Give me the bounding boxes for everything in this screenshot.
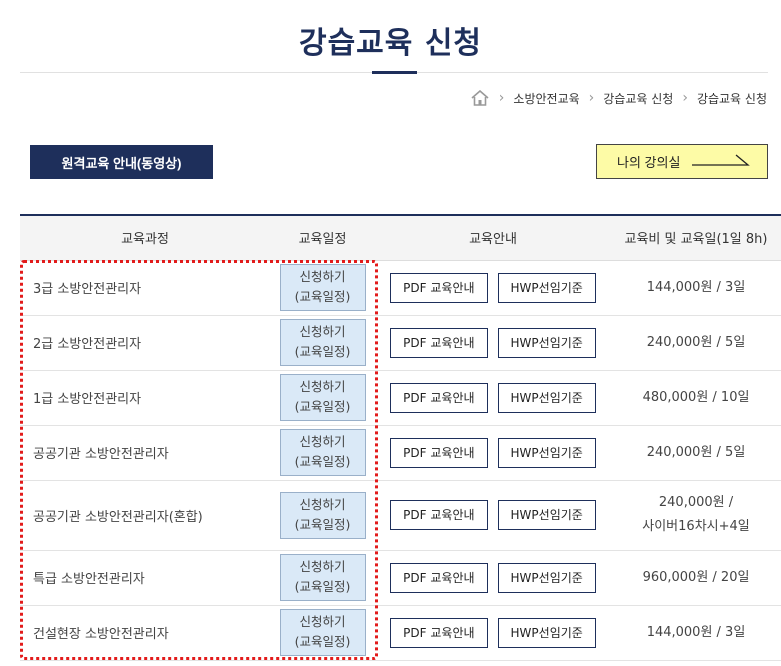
title-accent-bar <box>372 71 417 74</box>
pdf-guide-button[interactable]: PDF 교육안내 <box>390 562 488 593</box>
fee-line: 960,000원 / 20일 <box>642 569 750 585</box>
home-icon[interactable] <box>470 88 490 108</box>
schedule-label: (교육일정) <box>294 289 351 304</box>
apply-schedule-button[interactable]: 신청하기 (교육일정) <box>279 319 366 366</box>
schedule-label: (교육일정) <box>294 344 351 359</box>
schedule-label: (교육일정) <box>294 516 351 532</box>
pdf-guide-button[interactable]: PDF 교육안내 <box>390 437 488 468</box>
fee-line: 144,000원 / 3일 <box>646 279 746 295</box>
fee-line: 144,000원 / 3일 <box>646 624 746 640</box>
apply-label: 신청하기 <box>299 434 346 449</box>
apply-label: 신청하기 <box>299 559 346 574</box>
schedule-label: (교육일정) <box>294 634 351 649</box>
pdf-guide-button[interactable]: PDF 교육안내 <box>390 272 488 303</box>
table-header-row: 교육과정 교육일정 교육안내 교육비 및 교육일(1일 8h) <box>20 215 781 260</box>
fee-info: 144,000원 / 3일 <box>611 621 781 645</box>
course-name: 건설현장 소방안전관리자 <box>33 627 169 642</box>
course-name: 공공기관 소방안전관리자(혼합) <box>33 509 203 525</box>
breadcrumb-item[interactable]: 강습교육 신청 <box>603 90 673 107</box>
apply-label: 신청하기 <box>299 269 346 284</box>
hwp-criteria-button[interactable]: HWP선임기준 <box>497 562 596 593</box>
course-table: 교육과정 교육일정 교육안내 교육비 및 교육일(1일 8h) 3급 소방안전관… <box>20 214 781 661</box>
fee-info: 960,000원 / 20일 <box>611 566 781 590</box>
apply-label: 신청하기 <box>299 614 346 629</box>
schedule-label: (교육일정) <box>294 579 351 594</box>
apply-schedule-button[interactable]: 신청하기 (교육일정) <box>279 264 366 311</box>
my-classroom-label: 나의 강의실 <box>617 155 681 170</box>
schedule-label: (교육일정) <box>294 454 351 469</box>
header-course: 교육과정 <box>121 232 169 248</box>
hwp-criteria-button[interactable]: HWP선임기준 <box>497 272 596 303</box>
long-arrow-icon <box>692 154 751 169</box>
hwp-criteria-button[interactable]: HWP선임기준 <box>497 382 596 413</box>
pdf-guide-button[interactable]: PDF 교육안내 <box>390 617 488 648</box>
table-row: 1급 소방안전관리자 신청하기 (교육일정) PDF 교육안내 HWP선임기준 480,0… <box>20 370 781 425</box>
my-classroom-button[interactable]: 나의 강의실 <box>596 144 768 179</box>
course-name: 1급 소방안전관리자 <box>33 392 142 407</box>
remote-education-button[interactable]: 원격교육 안내(동영상) <box>30 145 213 179</box>
course-name: 공공기관 소방안전관리자 <box>33 447 169 462</box>
fee-line: 480,000원 / 10일 <box>642 389 750 405</box>
header-schedule: 교육일정 <box>298 232 347 248</box>
apply-label: 신청하기 <box>299 379 346 394</box>
table-row: 3급 소방안전관리자 신청하기 (교육일정) PDF 교육안내 HWP선임기준 144,0… <box>20 260 781 315</box>
breadcrumb-item[interactable]: 소방안전교육 <box>513 90 579 107</box>
hwp-criteria-button[interactable]: HWP선임기준 <box>497 617 596 648</box>
apply-schedule-button[interactable]: 신청하기 (교육일정) <box>279 491 366 539</box>
chevron-right-icon: › <box>588 90 595 106</box>
pdf-guide-button[interactable]: PDF 교육안내 <box>390 500 488 530</box>
breadcrumb: › 소방안전교육 › 강습교육 신청 › 강습교육 신청 <box>470 88 767 108</box>
hwp-criteria-button[interactable]: HWP선임기준 <box>497 437 596 468</box>
fee-line: 240,000원 / <box>658 495 734 510</box>
header-fee: 교육비 및 교육일(1일 8h) <box>624 232 768 248</box>
fee-line-extra: 사이버16차시+4일 <box>642 519 750 534</box>
apply-schedule-button[interactable]: 신청하기 (교육일정) <box>279 609 366 656</box>
pdf-guide-button[interactable]: PDF 교육안내 <box>390 382 488 413</box>
apply-schedule-button[interactable]: 신청하기 (교육일정) <box>279 554 366 601</box>
hwp-criteria-button[interactable]: HWP선임기준 <box>497 327 596 358</box>
course-name: 3급 소방안전관리자 <box>33 282 142 297</box>
page-title: 강습교육 신청 <box>298 26 483 61</box>
schedule-label: (교육일정) <box>294 399 351 414</box>
fee-info: 240,000원 / 5일 <box>611 331 781 355</box>
fee-info: 480,000원 / 10일 <box>611 386 781 410</box>
apply-schedule-button[interactable]: 신청하기 (교육일정) <box>279 429 366 476</box>
chevron-right-icon: › <box>498 90 505 106</box>
breadcrumb-item[interactable]: 강습교육 신청 <box>697 90 767 107</box>
fee-info: 144,000원 / 3일 <box>611 276 781 300</box>
course-name: 2급 소방안전관리자 <box>33 337 142 352</box>
table-row: 특급 소방안전관리자 신청하기 (교육일정) PDF 교육안내 HWP선임기준 960,0… <box>20 550 781 605</box>
fee-info: 240,000원 / 5일 <box>611 441 781 465</box>
pdf-guide-button[interactable]: PDF 교육안내 <box>390 327 488 358</box>
table-row: 건설현장 소방안전관리자 신청하기 (교육일정) PDF 교육안내 HWP선임기준 144… <box>20 605 781 660</box>
chevron-right-icon: › <box>682 90 688 106</box>
table-row: 공공기관 소방안전관리자(혼합) 신청하기 (교육일정) PDF 교육안내 HWP선임기… <box>20 480 781 550</box>
fee-line: 240,000원 / 5일 <box>646 334 746 350</box>
course-table-container: 교육과정 교육일정 교육안내 교육비 및 교육일(1일 8h) 3급 소방안전관… <box>20 214 781 661</box>
table-row: 공공기관 소방안전관리자 신청하기 (교육일정) PDF 교육안내 HWP선임기준 240… <box>20 425 781 480</box>
hwp-criteria-button[interactable]: HWP선임기준 <box>497 500 596 530</box>
header-guide: 교육안내 <box>469 232 517 248</box>
fee-line: 240,000원 / 5일 <box>646 444 746 460</box>
course-name: 특급 소방안전관리자 <box>33 572 145 587</box>
apply-label: 신청하기 <box>299 324 346 339</box>
apply-label: 신청하기 <box>299 496 346 512</box>
table-row: 2급 소방안전관리자 신청하기 (교육일정) PDF 교육안내 HWP선임기준 240,0… <box>20 315 781 370</box>
apply-schedule-button[interactable]: 신청하기 (교육일정) <box>279 374 366 421</box>
fee-info: 240,000원 / 사이버16차시+4일 <box>611 491 781 539</box>
